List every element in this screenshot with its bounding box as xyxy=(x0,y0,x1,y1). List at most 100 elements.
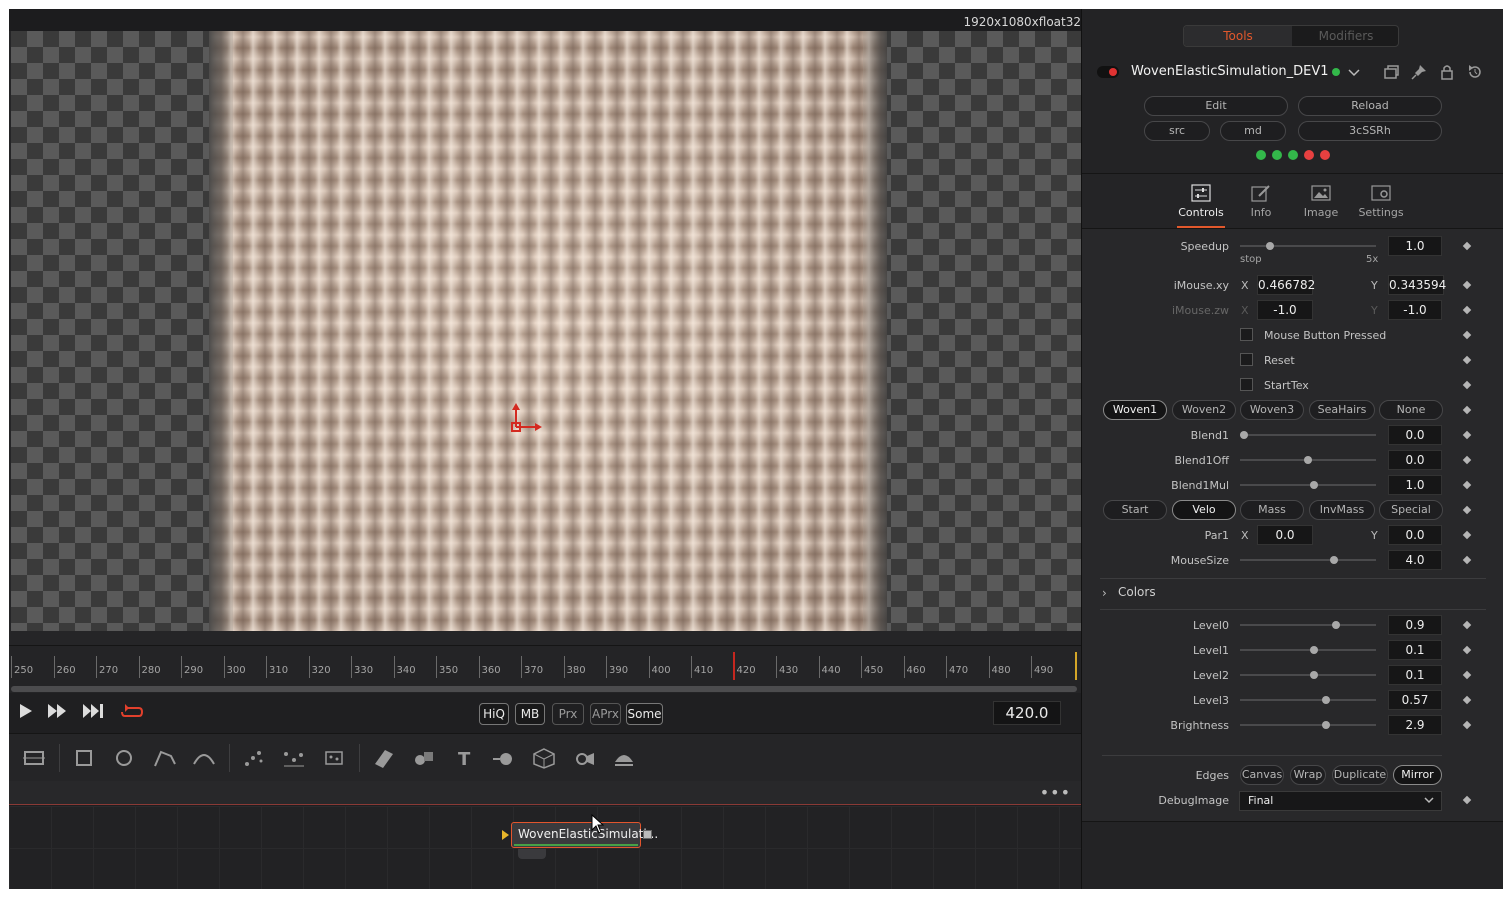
keyframe-diamond-icon[interactable] xyxy=(1462,330,1472,340)
motion-blur-toggle[interactable]: MB xyxy=(515,703,545,725)
md-button[interactable]: md xyxy=(1220,121,1286,141)
edges-wrap-button[interactable]: Wrap xyxy=(1290,765,1326,785)
node-input-icon[interactable] xyxy=(502,830,509,840)
edit-button[interactable]: Edit xyxy=(1144,96,1288,116)
blend1-value[interactable]: 0.0 xyxy=(1388,425,1442,445)
edges-canvas-button[interactable]: Canvas xyxy=(1240,765,1284,785)
imouse-x-field[interactable]: 0.466782 xyxy=(1257,275,1315,295)
node-output-icon[interactable] xyxy=(643,830,652,839)
none-button[interactable]: None xyxy=(1379,400,1443,420)
blend1off-slider[interactable] xyxy=(1240,456,1376,464)
version-icon[interactable] xyxy=(1382,63,1400,81)
reset-checkbox[interactable] xyxy=(1240,353,1253,366)
background-tool-icon[interactable] xyxy=(21,746,47,770)
starttex-checkbox[interactable] xyxy=(1240,378,1253,391)
slider-knob[interactable] xyxy=(1310,646,1319,654)
level0-value[interactable]: 0.9 xyxy=(1388,615,1442,635)
level1-value[interactable]: 0.1 xyxy=(1388,640,1442,660)
viewer[interactable]: 1920x1080xfloat32 xyxy=(9,9,1081,645)
playhead[interactable] xyxy=(733,652,735,680)
slider-knob[interactable] xyxy=(1310,481,1319,489)
skip-to-end-icon[interactable] xyxy=(82,703,104,719)
auto-proxy-toggle[interactable]: APrx xyxy=(590,703,621,725)
particle-emitter-icon[interactable] xyxy=(241,746,267,770)
current-frame-field[interactable]: 420.0 xyxy=(993,701,1061,725)
text-3d-icon[interactable]: T xyxy=(451,746,477,770)
special-button[interactable]: Special xyxy=(1379,500,1443,520)
merge-3d-icon[interactable] xyxy=(491,746,517,770)
selective-update-toggle[interactable]: Some xyxy=(626,703,663,725)
keyframe-diamond-icon[interactable] xyxy=(1462,720,1472,730)
tab-settings[interactable]: Settings xyxy=(1353,182,1409,228)
image-plane-3d-icon[interactable] xyxy=(371,746,397,770)
keyframe-diamond-icon[interactable] xyxy=(1462,695,1472,705)
tab-tools[interactable]: Tools xyxy=(1184,26,1292,46)
code-button[interactable]: 3cSSRh xyxy=(1298,121,1442,141)
keyframe-diamond-icon[interactable] xyxy=(1462,355,1472,365)
imouse-z-field[interactable]: -1.0 xyxy=(1257,300,1313,320)
blend1-slider[interactable] xyxy=(1240,431,1376,439)
level0-slider[interactable] xyxy=(1240,621,1376,629)
woven2-button[interactable]: Woven2 xyxy=(1172,400,1236,420)
timeline-ruler[interactable]: 250 260 270 280 290 300 310 320 330 340 350 360 370 3… xyxy=(9,645,1081,693)
keyframe-diamond-icon[interactable] xyxy=(1462,645,1472,655)
tab-image[interactable]: Image xyxy=(1293,182,1349,228)
spotlight-3d-icon[interactable] xyxy=(611,746,637,770)
fast-forward-icon[interactable] xyxy=(47,703,67,719)
bspline-mask-icon[interactable] xyxy=(191,746,217,770)
particle-render-icon[interactable] xyxy=(281,746,307,770)
keyframe-diamond-icon[interactable] xyxy=(1462,480,1472,490)
velo-button[interactable]: Velo xyxy=(1172,500,1236,520)
woven1-button[interactable]: Woven1 xyxy=(1103,400,1167,420)
lock-icon[interactable] xyxy=(1438,63,1456,81)
edges-duplicate-button[interactable]: Duplicate xyxy=(1332,765,1388,785)
level2-slider[interactable] xyxy=(1240,671,1376,679)
proxy-toggle[interactable]: Prx xyxy=(552,703,584,725)
render-end-marker[interactable] xyxy=(1075,652,1077,680)
keyframe-diamond-icon[interactable] xyxy=(1462,620,1472,630)
node-mask-input[interactable] xyxy=(518,849,546,859)
imouse-y-field[interactable]: 0.343594 xyxy=(1388,275,1446,295)
brightness-slider[interactable] xyxy=(1240,721,1376,729)
keyframe-diamond-icon[interactable] xyxy=(1462,241,1472,251)
hiq-toggle[interactable]: HiQ xyxy=(479,703,509,725)
invmass-button[interactable]: InvMass xyxy=(1309,500,1375,520)
mouse-button-pressed-checkbox[interactable] xyxy=(1240,328,1253,341)
chevron-down-icon[interactable] xyxy=(1345,63,1363,81)
slider-knob[interactable] xyxy=(1329,556,1338,564)
speedup-slider[interactable] xyxy=(1240,242,1376,250)
keyframe-diamond-icon[interactable] xyxy=(1462,455,1472,465)
woven3-button[interactable]: Woven3 xyxy=(1240,400,1304,420)
tab-controls[interactable]: Controls xyxy=(1173,182,1229,228)
slider-knob[interactable] xyxy=(1240,431,1248,439)
mass-button[interactable]: Mass xyxy=(1240,500,1304,520)
keyframe-diamond-icon[interactable] xyxy=(1462,555,1472,565)
seahairs-button[interactable]: SeaHairs xyxy=(1309,400,1375,420)
particle-merge-icon[interactable] xyxy=(321,746,347,770)
blend1mul-slider[interactable] xyxy=(1240,481,1376,489)
ellipse-mask-icon[interactable] xyxy=(111,746,137,770)
level3-slider[interactable] xyxy=(1240,696,1376,704)
par1-x-field[interactable]: 0.0 xyxy=(1257,525,1313,545)
rectangle-mask-icon[interactable] xyxy=(71,746,97,770)
keyframe-diamond-icon[interactable] xyxy=(1462,305,1472,315)
tab-info[interactable]: Info xyxy=(1233,182,1289,228)
chevron-right-icon[interactable]: › xyxy=(1102,586,1107,600)
keyframe-diamond-icon[interactable] xyxy=(1462,505,1472,515)
level2-value[interactable]: 0.1 xyxy=(1388,665,1442,685)
start-button[interactable]: Start xyxy=(1103,500,1167,520)
slider-knob[interactable] xyxy=(1304,456,1312,464)
node-editor[interactable]: WovenElasticSimulati... xyxy=(9,806,1081,889)
keyframe-diamond-icon[interactable] xyxy=(1462,670,1472,680)
imouse-w-field[interactable]: -1.0 xyxy=(1388,300,1442,320)
play-icon[interactable] xyxy=(19,703,33,719)
slider-knob[interactable] xyxy=(1321,721,1330,729)
slider-knob[interactable] xyxy=(1332,621,1341,629)
keyframe-diamond-icon[interactable] xyxy=(1462,405,1472,415)
tools-modifiers-switch[interactable]: Tools Modifiers xyxy=(1183,25,1399,47)
blend1off-value[interactable]: 0.0 xyxy=(1388,450,1442,470)
blend1mul-value[interactable]: 1.0 xyxy=(1388,475,1442,495)
tool-node[interactable]: WovenElasticSimulati... xyxy=(511,822,658,848)
colors-section-header[interactable]: Colors xyxy=(1118,585,1156,599)
reload-button[interactable]: Reload xyxy=(1298,96,1442,116)
